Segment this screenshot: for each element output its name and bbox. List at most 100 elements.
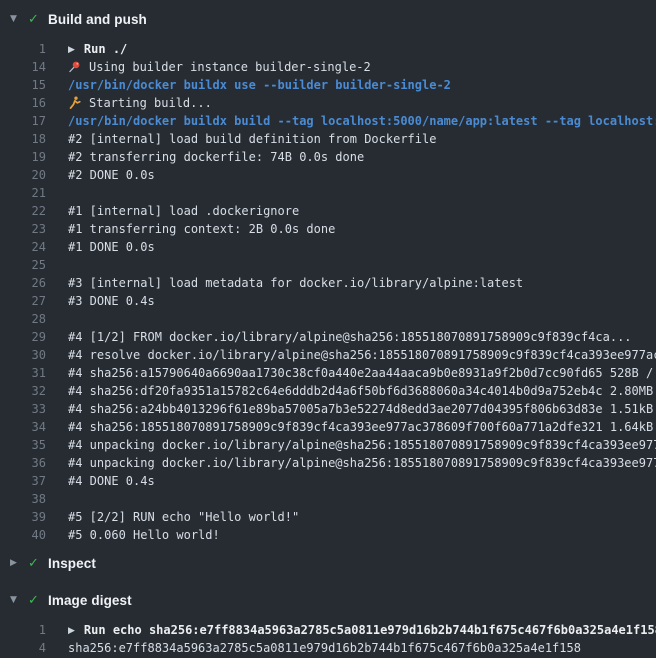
line-number[interactable]: 35 [0, 436, 46, 454]
line-text: #4 sha256:a15790640a6690aa1730c38cf0a440… [68, 364, 656, 382]
log-line: 24 #1 DONE 0.0s [0, 238, 656, 256]
line-number[interactable]: 17 [0, 112, 46, 130]
line-number[interactable]: 36 [0, 454, 46, 472]
line-text: #4 unpacking docker.io/library/alpine@sh… [68, 454, 656, 472]
log-line: 15 /usr/bin/docker buildx use --builder … [0, 76, 656, 94]
line-text: #2 DONE 0.0s [68, 166, 155, 184]
line-number[interactable]: 34 [0, 418, 46, 436]
line-number[interactable]: 21 [0, 184, 46, 202]
expand-run-icon[interactable]: ▶ [68, 622, 75, 639]
log-line: 17 /usr/bin/docker buildx build --tag lo… [0, 112, 656, 130]
success-check-icon: ✓ [28, 556, 48, 571]
line-text: #4 DONE 0.4s [68, 472, 155, 490]
line-number[interactable]: 23 [0, 220, 46, 238]
log-line: 36 #4 unpacking docker.io/library/alpine… [0, 454, 656, 472]
line-text: #4 sha256:df20fa9351a15782c64e6dddb2d4a6… [68, 382, 656, 400]
line-text: #3 [internal] load metadata for docker.i… [68, 274, 523, 292]
line-number[interactable]: 22 [0, 202, 46, 220]
line-number[interactable]: 24 [0, 238, 46, 256]
log-line: 29 #4 [1/2] FROM docker.io/library/alpin… [0, 328, 656, 346]
line-text: #4 unpacking docker.io/library/alpine@sh… [68, 436, 656, 454]
log-line: 27 #3 DONE 0.4s [0, 292, 656, 310]
line-number[interactable]: 38 [0, 490, 46, 508]
success-check-icon: ✓ [28, 12, 48, 27]
section-title: Build and push [48, 12, 147, 27]
log-line: 4 sha256:e7ff8834a5963a2785c5a0811e979d1… [0, 639, 656, 657]
log-section-image-digest: ▼ ✓ Image digest 1 ▶ Run echo sha256:e7ff… [0, 589, 656, 658]
log-line: 16 Starting build... [0, 94, 656, 112]
log-section-inspect: ▶ ✓ Inspect [0, 552, 656, 574]
line-message: Using builder instance builder-single-2 [89, 60, 371, 74]
line-number[interactable]: 32 [0, 382, 46, 400]
line-text: #1 DONE 0.0s [68, 238, 155, 256]
line-text: #2 transferring dockerfile: 74B 0.0s don… [68, 148, 364, 166]
line-number[interactable]: 40 [0, 526, 46, 544]
line-number[interactable]: 16 [0, 94, 46, 112]
log-line: 20 #2 DONE 0.0s [0, 166, 656, 184]
line-number[interactable]: 26 [0, 274, 46, 292]
runner-icon [68, 96, 81, 109]
section-title: Image digest [48, 593, 132, 608]
line-text: Using builder instance builder-single-2 [68, 58, 371, 76]
log-line: 34 #4 sha256:185518070891758909c9f839cf4… [0, 418, 656, 436]
pushpin-icon [68, 60, 81, 73]
actions-log: ▼ ✓ Build and push 1 ▶Run ./ 14 Using bu… [0, 0, 656, 658]
log-line: 1 ▶ Run echo sha256:e7ff8834a5963a2785c5a… [0, 621, 656, 639]
line-number[interactable]: 29 [0, 328, 46, 346]
log-line: 40 #5 0.060 Hello world! [0, 526, 656, 544]
line-text: #4 sha256:a24bb4013296f61e89ba57005a7b3e… [68, 400, 656, 418]
log-line: 22 #1 [internal] load .dockerignore [0, 202, 656, 220]
section-header[interactable]: ▼ ✓ Build and push [0, 8, 656, 30]
log-line: 37 #4 DONE 0.4s [0, 472, 656, 490]
line-text: /usr/bin/docker buildx use --builder bui… [68, 76, 451, 94]
line-text: #5 0.060 Hello world! [68, 526, 220, 544]
line-text: #1 transferring context: 2B 0.0s done [68, 220, 335, 238]
line-text: #5 [2/2] RUN echo "Hello world!" [68, 508, 299, 526]
line-number[interactable]: 39 [0, 508, 46, 526]
section-header[interactable]: ▶ ✓ Inspect [0, 552, 656, 574]
line-number[interactable]: 33 [0, 400, 46, 418]
expand-run-icon[interactable]: ▶ [68, 41, 75, 58]
line-number[interactable]: 37 [0, 472, 46, 490]
line-number[interactable]: 1 [0, 40, 46, 58]
line-number[interactable]: 27 [0, 292, 46, 310]
line-number[interactable]: 4 [0, 639, 46, 657]
run-command-text: Run echo sha256:e7ff8834a5963a2785c5a081… [84, 623, 656, 637]
section-title: Inspect [48, 556, 96, 571]
log-line: 32 #4 sha256:df20fa9351a15782c64e6dddb2d… [0, 382, 656, 400]
log-line: 1 ▶ Run ./ [0, 40, 656, 58]
log-line: 19 #2 transferring dockerfile: 74B 0.0s … [0, 148, 656, 166]
line-text: /usr/bin/docker buildx build --tag local… [68, 112, 656, 130]
log-line: 28 [0, 310, 656, 328]
log-section-build-and-push: ▼ ✓ Build and push 1 ▶ Run ./ 14 Using bu… [0, 8, 656, 552]
section-header[interactable]: ▼ ✓ Image digest [0, 589, 656, 611]
line-number[interactable]: 1 [0, 621, 46, 639]
line-number[interactable]: 28 [0, 310, 46, 328]
line-number[interactable]: 30 [0, 346, 46, 364]
log-line: 23 #1 transferring context: 2B 0.0s done [0, 220, 656, 238]
line-number[interactable]: 25 [0, 256, 46, 274]
line-number[interactable]: 14 [0, 58, 46, 76]
line-text: #4 resolve docker.io/library/alpine@sha2… [68, 346, 656, 364]
log-line: 31 #4 sha256:a15790640a6690aa1730c38cf0a… [0, 364, 656, 382]
line-text: ▶ Run ./ [68, 40, 127, 58]
log-line: 26 #3 [internal] load metadata for docke… [0, 274, 656, 292]
line-message: Starting build... [89, 96, 212, 110]
log-line: 38 [0, 490, 656, 508]
line-number[interactable]: 15 [0, 76, 46, 94]
line-number[interactable]: 31 [0, 364, 46, 382]
line-text: sha256:e7ff8834a5963a2785c5a0811e979d16b… [68, 639, 581, 657]
line-number[interactable]: 18 [0, 130, 46, 148]
success-check-icon: ✓ [28, 593, 48, 608]
line-number[interactable]: 19 [0, 148, 46, 166]
line-text: #1 [internal] load .dockerignore [68, 202, 299, 220]
chevron-right-icon[interactable]: ▶ [10, 558, 28, 568]
line-number[interactable]: 20 [0, 166, 46, 184]
chevron-down-icon[interactable]: ▼ [10, 14, 28, 24]
log-line: 39 #5 [2/2] RUN echo "Hello world!" [0, 508, 656, 526]
run-command-text: Run ./ [84, 42, 127, 56]
line-text: Starting build... [68, 94, 212, 112]
log-lines: 1 ▶ Run echo sha256:e7ff8834a5963a2785c5a… [0, 611, 656, 658]
line-text: #3 DONE 0.4s [68, 292, 155, 310]
chevron-down-icon[interactable]: ▼ [10, 595, 28, 605]
